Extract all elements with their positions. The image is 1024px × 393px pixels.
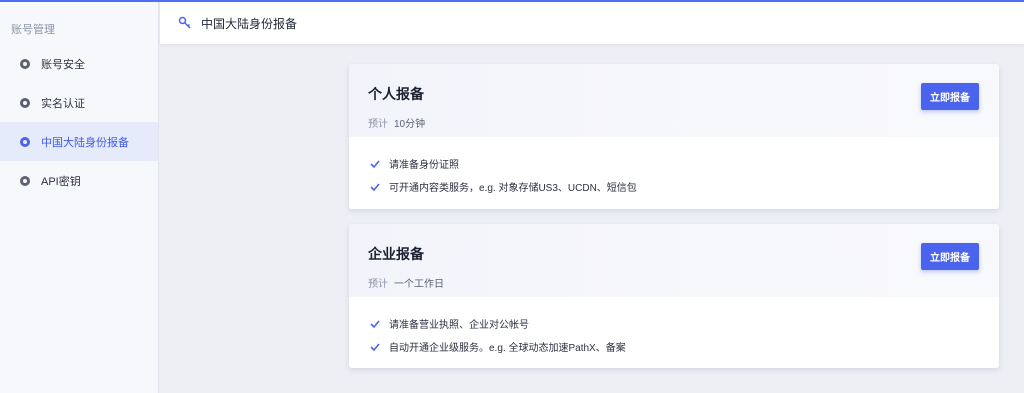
estimate-value: 一个工作日 (394, 279, 444, 290)
page-title: 中国大陆身份报备 (201, 16, 298, 31)
estimate-text: 预计 10分钟 (368, 115, 999, 130)
sidebar-item-label: 账号安全 (41, 58, 85, 71)
feature-text: 可开通内容类服务，e.g. 对象存储US3、UCDN、短信包 (389, 183, 637, 194)
list-item: 请准备身份证照 (370, 152, 999, 175)
list-item: 可开通内容类服务，e.g. 对象存储US3、UCDN、短信包 (370, 175, 999, 198)
check-icon (370, 159, 380, 168)
shield-icon (20, 136, 30, 147)
check-icon (370, 342, 380, 351)
check-icon (370, 182, 380, 191)
sidebar-item-label: 实名认证 (41, 97, 85, 110)
sidebar-item-label: 中国大陆身份报备 (41, 136, 129, 149)
card-title: 个人报备 (368, 86, 424, 102)
shield-icon (20, 58, 30, 69)
feature-text: 自动开通企业级服务。e.g. 全球动态加速PathX、备案 (389, 343, 626, 354)
check-icon (370, 319, 380, 328)
sidebar-item-api-key[interactable]: API密钥 (0, 161, 158, 200)
estimate-label: 预计 (368, 119, 388, 130)
key-icon (178, 16, 191, 29)
estimate-value: 10分钟 (394, 119, 426, 130)
estimate-label: 预计 (368, 279, 388, 290)
shield-icon (20, 97, 30, 108)
feature-list: 请准备身份证照 可开通内容类服务，e.g. 对象存储US3、UCDN、短信包 (349, 137, 999, 198)
feature-text: 请准备身份证照 (389, 160, 459, 171)
feature-text: 请准备营业执照、企业对公帐号 (389, 320, 529, 331)
feature-list: 请准备营业执照、企业对公帐号 自动开通企业级服务。e.g. 全球动态加速Path… (349, 297, 999, 358)
list-item: 请准备营业执照、企业对公帐号 (370, 312, 999, 335)
sidebar-title: 账号管理 (11, 24, 55, 36)
enterprise-filing-card: 企业报备 预计 一个工作日 立即报备 请准备营业执照、企业对公帐号 自动开通企业级… (349, 224, 999, 368)
page-header: 中国大陆身份报备 (160, 2, 1024, 44)
sidebar-item-real-name[interactable]: 实名认证 (0, 83, 158, 122)
sidebar-item-label: API密钥 (41, 175, 81, 188)
card-title: 企业报备 (368, 246, 424, 262)
sidebar-item-identity-filing[interactable]: 中国大陆身份报备 (0, 122, 158, 161)
card-header: 个人报备 预计 10分钟 立即报备 (349, 64, 999, 137)
shield-icon (20, 175, 30, 186)
card-header: 企业报备 预计 一个工作日 立即报备 (349, 224, 999, 297)
personal-report-button[interactable]: 立即报备 (921, 83, 979, 110)
list-item: 自动开通企业级服务。e.g. 全球动态加速PathX、备案 (370, 335, 999, 358)
estimate-text: 预计 一个工作日 (368, 275, 999, 290)
sidebar: 账号管理 账号安全 实名认证 中国大陆身份报备 API密钥 (0, 2, 159, 393)
sidebar-item-account-security[interactable]: 账号安全 (0, 44, 158, 83)
personal-filing-card: 个人报备 预计 10分钟 立即报备 请准备身份证照 可开通内容类服务，e.g. 对… (349, 64, 999, 209)
enterprise-report-button[interactable]: 立即报备 (921, 243, 979, 270)
